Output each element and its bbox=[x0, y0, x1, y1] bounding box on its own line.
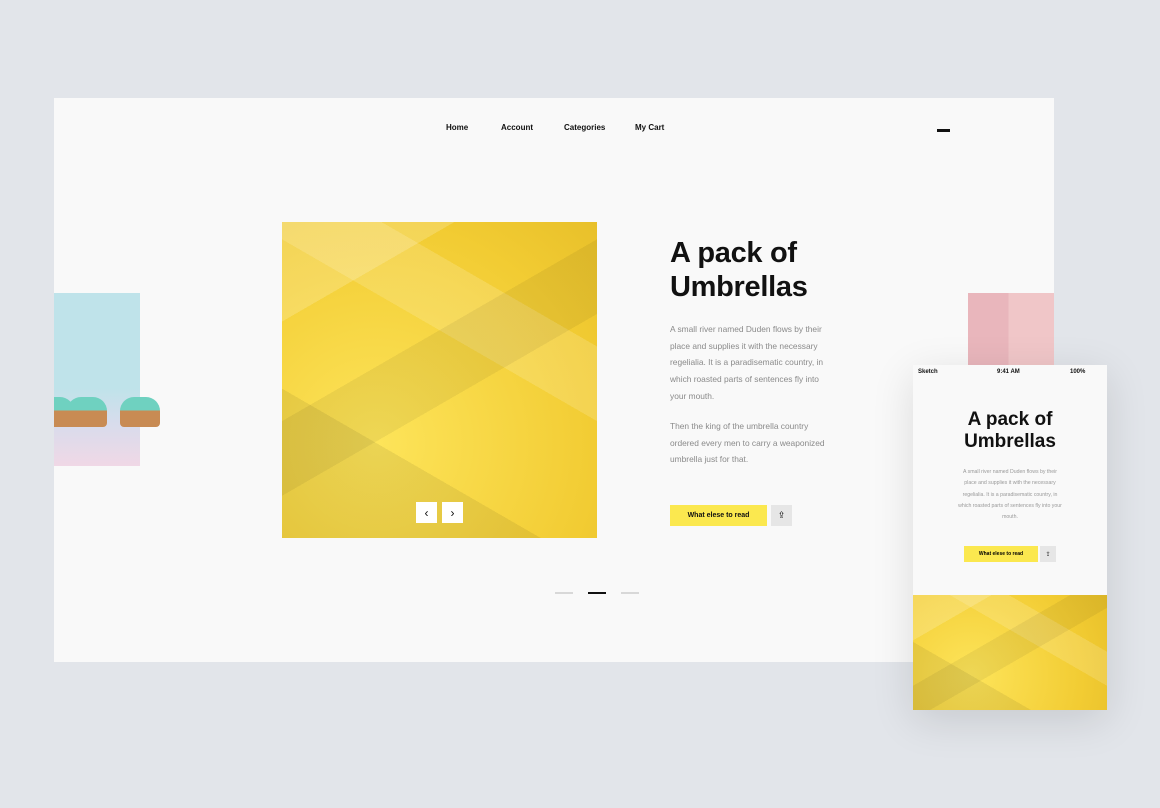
page-title: A pack of Umbrellas bbox=[670, 236, 808, 304]
mobile-title: A pack of Umbrellas bbox=[913, 409, 1107, 453]
nav-categories[interactable]: Categories bbox=[564, 123, 605, 132]
nav-my-cart[interactable]: My Cart bbox=[635, 123, 664, 132]
title-line: A pack of bbox=[670, 237, 797, 269]
next-arrow-button[interactable]: › bbox=[442, 502, 463, 523]
nav-account[interactable]: Account bbox=[501, 123, 533, 132]
desktop-page: Home Account Categories My Cart ‹ › A pa… bbox=[54, 98, 1054, 662]
pink-slide-thumbnail[interactable] bbox=[968, 293, 1054, 373]
title-line: Umbrellas bbox=[964, 431, 1056, 452]
description-paragraph: Then the king of the umbrella country or… bbox=[670, 421, 825, 465]
title-line: A pack of bbox=[967, 409, 1053, 430]
pagination-dot-active[interactable] bbox=[588, 592, 606, 594]
pagination-dot[interactable] bbox=[621, 592, 639, 594]
mobile-paragraph: A small river named Duden flows by their… bbox=[958, 469, 1062, 521]
mobile-what-else-button[interactable]: What elese to read bbox=[964, 546, 1038, 562]
description-paragraph: A small river named Duden flows by their… bbox=[670, 324, 823, 401]
pagination-dot[interactable] bbox=[555, 592, 573, 594]
mobile-preview: Sketch 9:41 AM 100% A pack of Umbrellas A… bbox=[913, 365, 1107, 710]
cupcake-image bbox=[120, 397, 160, 427]
cupcakes-slide-thumbnail[interactable] bbox=[54, 293, 160, 466]
what-else-to-read-button[interactable]: What elese to read bbox=[670, 505, 767, 526]
prev-arrow-button[interactable]: ‹ bbox=[416, 502, 437, 523]
menu-icon[interactable] bbox=[937, 129, 950, 132]
umbrellas-image: ‹ › bbox=[282, 222, 597, 538]
mobile-share-icon[interactable]: ⇪ bbox=[1040, 546, 1056, 562]
cupcake-image bbox=[67, 397, 107, 427]
clock: 9:41 AM bbox=[997, 369, 1020, 375]
battery-label: 100% bbox=[1070, 369, 1086, 375]
share-icon[interactable]: ⇪ bbox=[771, 505, 792, 526]
nav-home[interactable]: Home bbox=[446, 123, 468, 132]
title-line: Umbrellas bbox=[670, 271, 808, 303]
carrier-label: Sketch bbox=[918, 369, 938, 375]
mobile-umbrellas-image bbox=[913, 595, 1107, 710]
